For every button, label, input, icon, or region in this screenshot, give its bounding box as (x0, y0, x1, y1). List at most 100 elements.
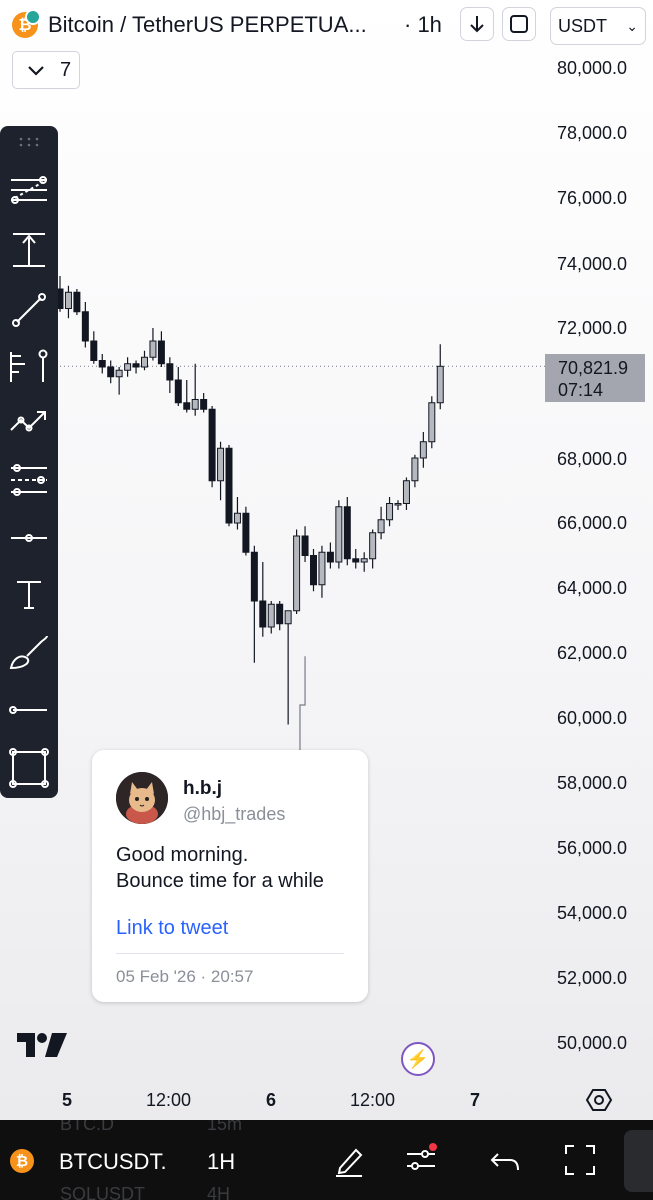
price-tick: 60,000.0 (557, 708, 628, 728)
candle-body (343, 506, 351, 560)
price-tick: 80,000.0 (557, 58, 628, 78)
candle-body (284, 610, 292, 625)
indicator-settings-icon[interactable] (403, 1142, 439, 1178)
price-tick: 54,000.0 (557, 903, 628, 923)
ghost-symbol: BTC.D (60, 1120, 114, 1134)
candle-body (369, 532, 377, 560)
candle-body (149, 340, 157, 358)
time-axis-label: 12:00 (350, 1090, 396, 1110)
fullscreen-icon[interactable] (562, 1142, 598, 1178)
undo-icon[interactable] (488, 1142, 524, 1178)
timeframe-label[interactable]: · 1h (404, 12, 442, 38)
fullscreen-button[interactable] (502, 7, 536, 41)
price-tick: 74,000.0 (557, 254, 628, 274)
chart-settings-icon[interactable] (585, 1086, 613, 1114)
candle-body (276, 603, 284, 625)
candle-body (352, 558, 360, 563)
grip-icon[interactable] (17, 136, 41, 148)
long-position-icon[interactable] (7, 228, 51, 272)
trend-line-icon[interactable] (7, 288, 51, 332)
candle-body (436, 365, 444, 404)
candle-body (335, 506, 343, 563)
bitcoin-coin-icon: ₿ (12, 9, 41, 38)
price-tick: 58,000.0 (557, 773, 628, 793)
pitchfork-icon[interactable] (7, 344, 51, 388)
candle-body (242, 512, 250, 553)
candle-body (293, 535, 301, 612)
symbol-title[interactable]: Bitcoin / TetherUS PERPETUA... (48, 12, 398, 38)
candle-body (174, 379, 182, 404)
indicators-count: 7 (60, 59, 72, 81)
tradingview-logo (17, 1033, 67, 1057)
drawing-toolbar (0, 126, 58, 798)
currency-select[interactable]: USDT ⌄ (550, 7, 646, 45)
candle-body (115, 369, 123, 378)
price-tick: 64,000.0 (557, 578, 628, 598)
time-axis-label: 7 (470, 1090, 481, 1110)
candle-body (419, 441, 427, 459)
time-axis-label: 12:00 (146, 1090, 192, 1110)
candle-body (301, 535, 309, 556)
candle-body (107, 366, 115, 378)
candle-body (360, 558, 368, 563)
candle-body (73, 291, 81, 313)
candle-body (157, 340, 165, 365)
bottom-bar: BTC.D 15m SOLUSDT 4H ₿ BTCUSDT. 1H (0, 1120, 653, 1200)
ghost-timeframe: 4H (207, 1184, 231, 1200)
bitcoin-coin-icon: ₿ (10, 1149, 34, 1173)
price-tick: 78,000.0 (557, 123, 628, 143)
tweet-line: Bounce time for a while (116, 870, 324, 892)
candle-body (259, 600, 267, 628)
candle-body (81, 311, 89, 342)
candle-body (428, 402, 436, 443)
parallel-channel-icon[interactable] (7, 458, 51, 502)
ghost-symbol: SOLUSDT (60, 1184, 146, 1200)
brush-icon[interactable] (7, 630, 51, 674)
price-tick: 72,000.0 (557, 318, 628, 338)
candle-body (166, 363, 174, 381)
download-button[interactable] (460, 7, 494, 41)
bottom-symbol[interactable]: BTCUSDT. (59, 1149, 184, 1175)
chevron-down-icon (28, 66, 44, 76)
divider (116, 953, 344, 954)
candle-body (183, 402, 191, 410)
tweet-card[interactable]: h.b.j @hbj_trades Good morning. Bounce t… (92, 750, 368, 1002)
chart-screen: ₿ Bitcoin / TetherUS PERPETUA... · 1h US… (0, 0, 653, 1200)
candle-body (141, 356, 148, 368)
candle-body (90, 340, 98, 361)
lightning-icon[interactable]: ⚡ (401, 1042, 435, 1076)
tweet-link[interactable]: Link to tweet (116, 917, 228, 940)
tweet-date: 05 Feb '26 · 20:57 (116, 967, 254, 986)
pen-icon[interactable] (332, 1142, 368, 1178)
bar-countdown: 07:14 (558, 380, 604, 400)
price-tick: 68,000.0 (557, 449, 628, 469)
candle-body (64, 291, 72, 309)
currency-value: USDT (558, 16, 607, 36)
candle-body (132, 363, 140, 368)
side-panel-handle[interactable] (624, 1130, 653, 1192)
tweet-author-name: h.b.j (183, 778, 223, 799)
candlestick-chart[interactable] (0, 0, 653, 1200)
candle-body (411, 457, 419, 482)
bottom-timeframe[interactable]: 1H (207, 1149, 235, 1175)
time-axis-label: 6 (266, 1090, 277, 1110)
rectangle-icon[interactable] (7, 746, 51, 790)
avatar (116, 772, 168, 824)
horizontal-ray-icon[interactable] (7, 516, 51, 560)
fib-retracement-icon[interactable] (7, 168, 51, 212)
candle-body (326, 551, 334, 563)
text-icon[interactable] (7, 572, 51, 616)
price-tick: 56,000.0 (557, 838, 628, 858)
candle-body (394, 503, 402, 506)
last-price-value: 70,821.9 (558, 358, 629, 378)
tweet-text: Good morning. Bounce time for a while (116, 842, 356, 894)
candle-body (200, 399, 208, 410)
arrow-down-icon (470, 16, 484, 33)
price-tick: 62,000.0 (557, 643, 628, 663)
indicators-toggle[interactable]: 7 (12, 51, 80, 89)
fullscreen-icon (510, 15, 528, 33)
horizontal-line-icon[interactable] (7, 688, 51, 732)
tweet-author-handle: @hbj_trades (183, 804, 286, 824)
candle-body (98, 360, 106, 368)
pattern-icon[interactable] (7, 402, 51, 446)
